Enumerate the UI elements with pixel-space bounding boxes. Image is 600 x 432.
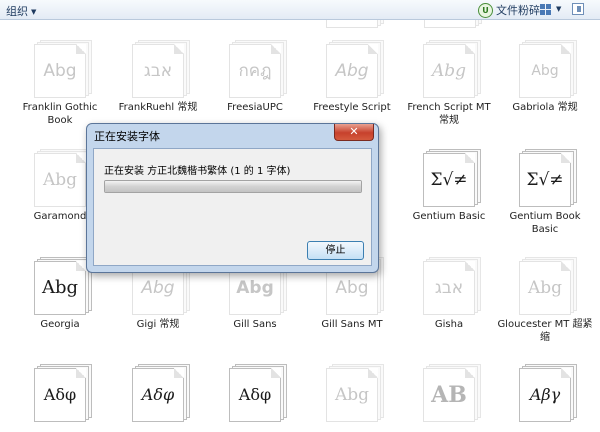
font-file-icon: Abg — [30, 147, 92, 207]
font-tile-label: Gentium Basic — [412, 211, 486, 222]
font-tile-label: FreesiaUPC — [227, 102, 283, 113]
explorer-toolbar: 组织 ▼ U 文件粉碎 ▼ — [0, 0, 600, 20]
file-shred-label: 文件粉碎 — [496, 4, 540, 17]
font-tile-label: Gisha — [434, 319, 464, 330]
font-tile-label: FrankRuehl 常规 — [118, 102, 198, 113]
font-file-icon: אבג — [419, 255, 481, 315]
dialog-body: 正在安装 方正北魏楷书繁体 (1 的 1 字体) 停止 — [93, 148, 372, 266]
font-tile-label: Georgia — [40, 319, 80, 330]
font-tile[interactable]: Αδφ — [207, 362, 303, 422]
stop-button[interactable]: 停止 — [307, 241, 364, 260]
font-file-icon: Αβγ — [515, 362, 577, 422]
font-tile-label: Gigi 常规 — [136, 319, 180, 330]
font-tile[interactable]: Σ√≠ Gentium Book Basic — [497, 147, 593, 236]
font-file-icon: Αδφ — [225, 362, 287, 422]
font-tile[interactable]: Σ√≠ Gentium Basic — [401, 147, 497, 223]
view-options-icon[interactable] — [540, 4, 552, 15]
font-tile[interactable]: Abg French Script MT 常规 — [401, 38, 497, 127]
install-status-message: 正在安装 方正北魏楷书繁体 (1 的 1 字体) — [104, 166, 291, 177]
font-tile[interactable]: Αδφ — [12, 362, 108, 422]
font-tile[interactable]: Abg Franklin Gothic Book — [12, 38, 108, 127]
font-file-icon: Σ√≠ — [419, 147, 481, 207]
font-file-icon: Αδφ — [30, 362, 92, 422]
font-tile-label: Gill Sans — [233, 319, 277, 330]
font-tile[interactable]: Abg Freestyle Script — [304, 38, 400, 114]
font-file-icon: Abg — [30, 38, 92, 98]
file-shred-button[interactable]: U 文件粉碎 — [478, 2, 540, 18]
font-file-icon: Abg — [322, 362, 384, 422]
font-tile-label: Gill Sans MT — [321, 319, 383, 330]
font-tile-label: French Script MT 常规 — [407, 102, 491, 126]
font-tile-label: Gentium Book Basic — [509, 211, 581, 235]
install-progress-bar — [104, 180, 362, 193]
font-tile[interactable]: Abg — [304, 362, 400, 422]
font-tile[interactable]: Αβγ — [497, 362, 593, 422]
close-button[interactable]: ✕ — [334, 124, 374, 141]
font-file-icon: Abg — [30, 255, 92, 315]
font-tile[interactable]: Abg Gabriola 常规 — [497, 38, 593, 114]
font-file-icon: กคฎ — [225, 38, 287, 98]
font-file-icon: Σ√≠ — [515, 147, 577, 207]
font-file-icon: אבג — [128, 38, 190, 98]
font-tile-label: Gabriola 常规 — [512, 102, 578, 113]
font-file-icon: Αδφ — [128, 362, 190, 422]
chevron-down-icon[interactable]: ▼ — [556, 5, 561, 13]
font-tile[interactable]: AB — [401, 362, 497, 422]
font-tile[interactable]: กคฎ FreesiaUPC — [207, 38, 303, 114]
chevron-down-icon: ▼ — [31, 8, 37, 16]
progress-fill — [105, 181, 361, 192]
dialog-title: 正在安装字体 — [94, 130, 160, 143]
font-tile[interactable]: אבג FrankRuehl 常规 — [110, 38, 206, 114]
font-file-icon: AB — [419, 362, 481, 422]
shield-u-icon: U — [478, 2, 493, 18]
font-tile[interactable]: אבג Gisha — [401, 255, 497, 331]
install-font-dialog: 正在安装字体 ✕ 正在安装 方正北魏楷书繁体 (1 的 1 字体) 停止 — [86, 123, 379, 273]
font-file-icon: Abg — [515, 38, 577, 98]
font-tile[interactable]: Αδφ — [110, 362, 206, 422]
organize-label: 组织 — [6, 5, 28, 18]
font-tile-label: Freestyle Script — [313, 102, 391, 113]
font-file-icon: Abg — [515, 255, 577, 315]
organize-menu-button[interactable]: 组织 ▼ — [6, 3, 36, 19]
font-file-icon: Abg — [322, 38, 384, 98]
preview-pane-icon[interactable] — [572, 3, 584, 15]
font-tile[interactable]: Abg Gloucester MT 超紧缩 — [497, 255, 593, 344]
font-tile-label: Gloucester MT 超紧缩 — [497, 319, 593, 343]
font-file-icon: Abg — [419, 38, 481, 98]
